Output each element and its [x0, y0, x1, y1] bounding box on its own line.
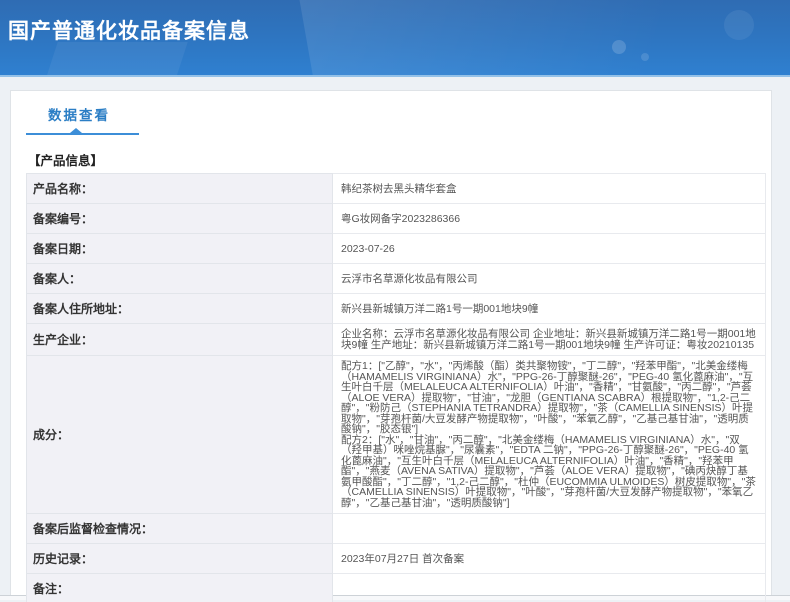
row-value: 配方1：["乙醇"，"水"，"丙烯酸（酯）类共聚物铵"，"丁二醇"，"羟苯甲酯"…: [333, 356, 766, 514]
product-info-table: 产品名称： 韩纪茶树去黑头精华套盒 备案编号： 粤G妆网备字2023286366…: [26, 173, 766, 602]
page-title: 国产普通化妆品备案信息: [0, 0, 790, 45]
table-row-record-number: 备案编号： 粤G妆网备字2023286366: [27, 204, 766, 234]
table-row-remarks: 备注：: [27, 574, 766, 602]
row-label: 产品名称：: [27, 174, 333, 204]
row-value: 企业名称：云浮市名草源化妆品有限公司 企业地址：新兴县新城镇万洋二路1号一期00…: [333, 324, 766, 356]
tab-data-view[interactable]: 数据查看: [26, 104, 139, 135]
table-row-registrant-address: 备案人住所地址： 新兴县新城镇万洋二路1号一期001地块9幢: [27, 294, 766, 324]
row-value: 2023年07月27日 首次备案: [333, 544, 766, 574]
tab-data-view-label: 数据查看: [48, 104, 139, 124]
product-info-section-title: 【产品信息】: [28, 150, 756, 169]
row-label: 备注：: [27, 574, 333, 602]
tab-bar: 数据查看: [26, 91, 756, 135]
row-label: 备案人：: [27, 264, 333, 294]
banner-decoration: [38, 42, 187, 77]
row-value: [333, 514, 766, 544]
row-label: 备案人住所地址：: [27, 294, 333, 324]
table-row-registrant: 备案人： 云浮市名草源化妆品有限公司: [27, 264, 766, 294]
page-header: 国产普通化妆品备案信息: [0, 0, 790, 77]
row-value: 粤G妆网备字2023286366: [333, 204, 766, 234]
table-row-manufacturer: 生产企业： 企业名称：云浮市名草源化妆品有限公司 企业地址：新兴县新城镇万洋二路…: [27, 324, 766, 356]
row-value: 韩纪茶树去黑头精华套盒: [333, 174, 766, 204]
row-value: 2023-07-26: [333, 234, 766, 264]
row-label: 备案日期：: [27, 234, 333, 264]
table-row-history: 历史记录： 2023年07月27日 首次备案: [27, 544, 766, 574]
tab-arrow-icon: [70, 128, 82, 133]
table-row-record-date: 备案日期： 2023-07-26: [27, 234, 766, 264]
row-label: 成分：: [27, 356, 333, 514]
row-label: 生产企业：: [27, 324, 333, 356]
table-row-ingredients: 成分： 配方1：["乙醇"，"水"，"丙烯酸（酯）类共聚物铵"，"丁二醇"，"羟…: [27, 356, 766, 514]
row-label: 历史记录：: [27, 544, 333, 574]
row-label: 备案后监督检查情况：: [27, 514, 333, 544]
row-label: 备案编号：: [27, 204, 333, 234]
row-value: 云浮市名草源化妆品有限公司: [333, 264, 766, 294]
table-row-product-name: 产品名称： 韩纪茶树去黑头精华套盒: [27, 174, 766, 204]
content-card: 数据查看 【产品信息】 产品名称： 韩纪茶树去黑头精华套盒 备案编号： 粤G妆网…: [10, 90, 772, 595]
table-row-supervision-check: 备案后监督检查情况：: [27, 514, 766, 544]
row-value: 新兴县新城镇万洋二路1号一期001地块9幢: [333, 294, 766, 324]
row-value: [333, 574, 766, 602]
tab-underline: [26, 133, 139, 135]
